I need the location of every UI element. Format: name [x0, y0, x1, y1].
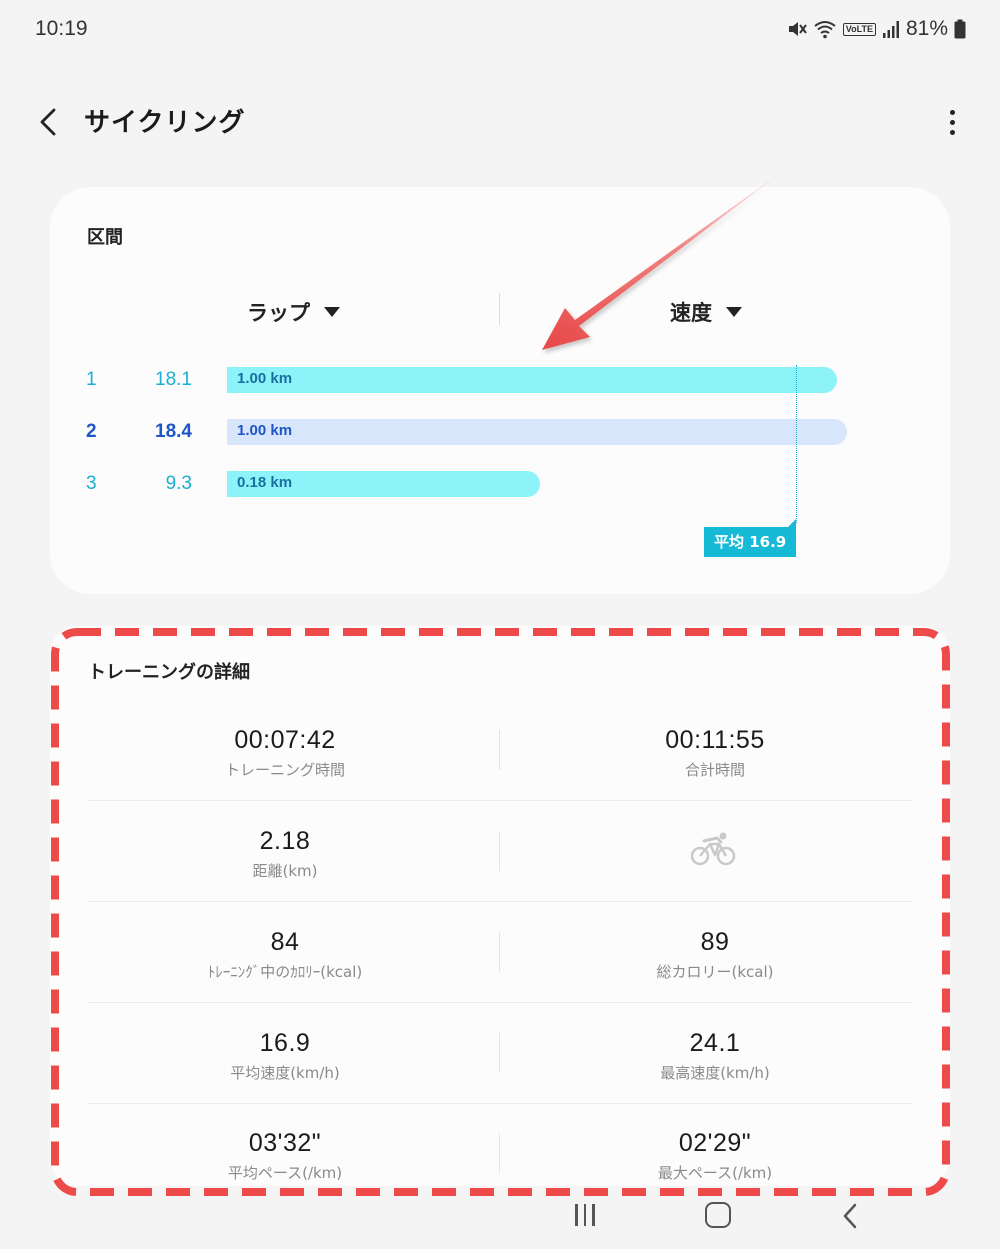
lap-column-label: ラップ [247, 301, 310, 325]
home-button[interactable] [705, 1202, 731, 1228]
chevron-left-icon [40, 108, 56, 136]
status-icons: VoLTE 81% [787, 17, 966, 41]
stat-total-time: 00:11:55 合計時間 [510, 726, 920, 780]
back-button[interactable] [30, 102, 66, 142]
average-speed-line [796, 365, 797, 523]
volte-icon: VoLTE [842, 22, 876, 36]
stat-value: 16.9 [259, 1029, 311, 1057]
row-separator [87, 1002, 913, 1003]
status-time: 10:19 [35, 17, 88, 40]
stat-max-pace: 02'29" 最大ペース(/km) [510, 1129, 920, 1183]
stat-value: 89 [700, 928, 730, 956]
recents-icon [575, 1204, 578, 1226]
lap-speed-bar: 1.00 km [227, 419, 847, 445]
training-details-card: トレーニングの詳細 00:07:42 トレーニング時間 00:11:55 合計時… [50, 626, 950, 1186]
lap-number: 3 [86, 473, 97, 494]
stat-training-time: 00:07:42 トレーニング時間 [80, 726, 490, 780]
lap-speed-bar: 0.18 km [227, 471, 540, 497]
stat-label: 最大ペース(/km) [657, 1164, 773, 1182]
stat-max-speed: 24.1 最高速度(km/h) [510, 1029, 920, 1083]
row-separator [87, 800, 913, 801]
stat-distance: 2.18 距離(km) [80, 827, 490, 881]
mute-icon [788, 22, 807, 36]
nav-back-button[interactable] [840, 1202, 860, 1230]
lap-number: 1 [86, 369, 97, 390]
more-vert-icon [949, 109, 955, 115]
stat-label: 距離(km) [252, 862, 318, 880]
stat-label: 総カロリー(kcal) [656, 963, 774, 981]
stat-average-speed: 16.9 平均速度(km/h) [80, 1029, 490, 1083]
stat-label: トレーニング時間 [224, 761, 345, 779]
lap-distance: 1.00 km [237, 370, 293, 387]
lap-speed-bar: 1.00 km [227, 367, 837, 393]
more-options-button[interactable] [938, 104, 966, 140]
signal-icon [882, 21, 899, 38]
column-separator [499, 1033, 500, 1073]
column-separator [499, 1133, 500, 1173]
lap-speed: 18.1 [155, 369, 192, 390]
details-heading: トレーニングの詳細 [88, 662, 250, 683]
lap-number: 2 [86, 421, 97, 442]
wifi-icon [814, 21, 836, 39]
stat-value: 00:07:42 [234, 726, 336, 754]
recents-button[interactable] [575, 1204, 599, 1228]
lap-row[interactable]: 2 18.4 1.00 km [50, 419, 950, 449]
lap-row[interactable]: 3 9.3 0.18 km [50, 471, 950, 501]
page-title: サイクリング [84, 108, 246, 138]
row-separator [87, 1103, 913, 1104]
stat-value: 2.18 [259, 827, 311, 855]
stat-label: 平均ペース(/km) [227, 1164, 343, 1182]
row-separator [87, 901, 913, 902]
stat-value: 00:11:55 [665, 726, 765, 754]
stat-value: 02'29" [678, 1129, 752, 1157]
annotation-arrow [542, 168, 787, 350]
stat-label: 平均速度(km/h) [230, 1064, 340, 1082]
cycling-icon [690, 832, 736, 866]
battery-percent: 81% [905, 17, 948, 40]
column-divider [499, 293, 500, 325]
column-separator [499, 831, 500, 871]
navigation-bar [0, 1196, 1000, 1249]
laps-heading: 区間 [87, 227, 123, 248]
laps-card: 区間 ラップ 速度 1 18.1 1.00 km 2 18.4 1.00 km … [50, 187, 950, 594]
stat-label: 合計時間 [684, 761, 745, 779]
column-separator [499, 730, 500, 770]
stat-training-calories: 84 ﾄﾚｰﾆﾝｸﾞ中のｶﾛﾘｰ(kcal) [80, 928, 490, 982]
lap-distance: 0.18 km [237, 474, 293, 491]
stat-value: 84 [270, 928, 300, 956]
stat-total-calories: 89 総カロリー(kcal) [510, 928, 920, 982]
lap-speed: 9.3 [165, 473, 192, 494]
lap-speed: 18.4 [155, 421, 192, 442]
stat-average-pace: 03'32" 平均ペース(/km) [80, 1129, 490, 1183]
battery-icon [954, 19, 966, 39]
stat-value: 03'32" [248, 1129, 322, 1157]
column-separator [499, 932, 500, 972]
lap-row[interactable]: 1 18.1 1.00 km [50, 367, 950, 397]
status-bar: 10:19 VoLTE 81% [0, 0, 1000, 60]
dropdown-arrow-icon [324, 307, 340, 317]
stat-label: 最高速度(km/h) [660, 1064, 770, 1082]
stat-label: ﾄﾚｰﾆﾝｸﾞ中のｶﾛﾘｰ(kcal) [207, 963, 363, 981]
lap-column-select[interactable]: ラップ [247, 297, 340, 327]
lap-distance: 1.00 km [237, 422, 293, 439]
stat-value: 24.1 [689, 1029, 741, 1057]
average-speed-badge: 平均 16.9 [704, 519, 797, 557]
